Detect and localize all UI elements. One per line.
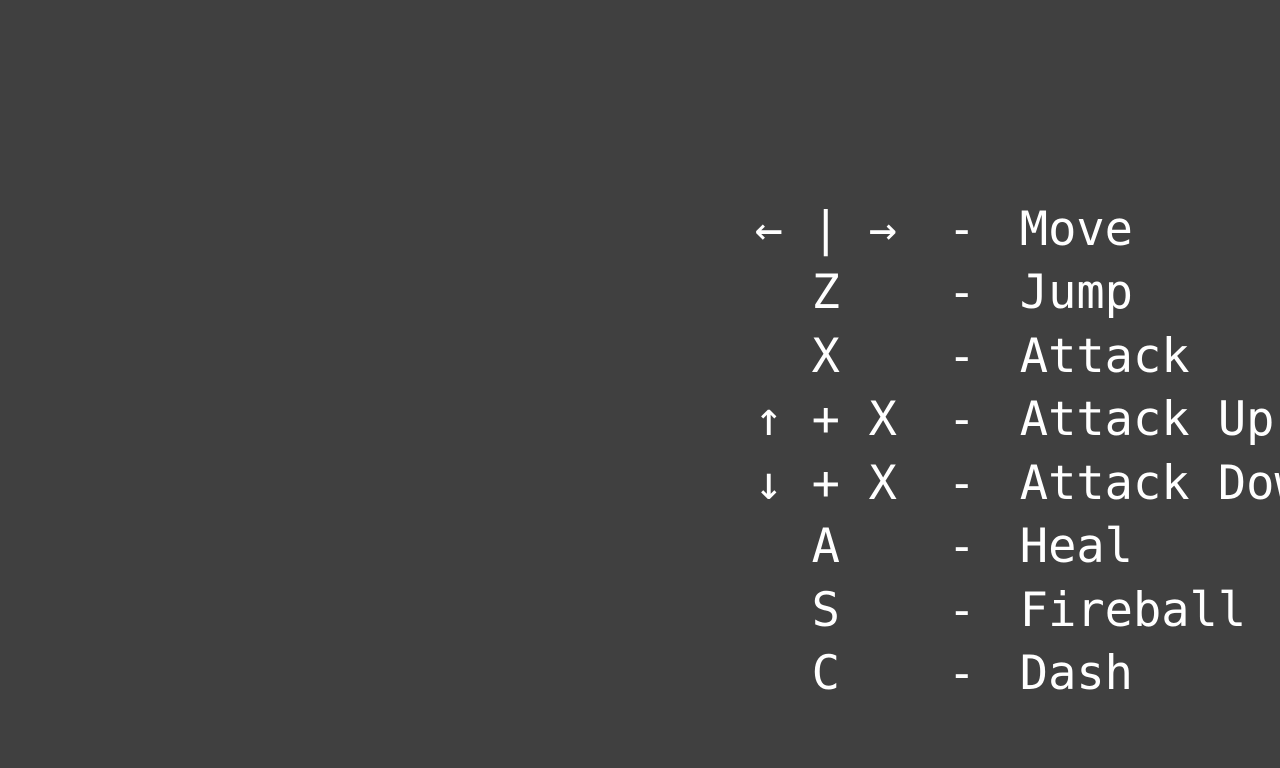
jump-key: Z [811,265,840,320]
action-label-attack: Attack [1019,328,1190,384]
plus-sign: + [811,392,840,447]
action-label-jump: Jump [1019,265,1133,320]
attack-key: X [868,455,897,511]
separator: - [947,455,976,511]
separator: - [947,646,976,701]
action-label-attack-up: Attack Up [1019,392,1275,447]
plus-sign: + [811,455,840,511]
action-label-dash: Dash [1019,646,1133,701]
control-row-move: ← | → - Move [578,134,1280,257]
heal-key: A [811,519,840,574]
separator: - [947,265,976,320]
right-arrow-key: → [868,201,897,257]
action-label-move: Move [1019,201,1133,257]
down-arrow-key: ↓ [754,455,783,511]
up-arrow-key: ↑ [754,392,783,447]
separator: - [947,519,976,574]
fireball-key: S [811,582,840,638]
controls-screen: ← | → - Move Z - Jump X - Attack ↑ + X - Attack Up ↓… [0,0,1280,768]
separator: - [947,201,976,257]
separator: - [947,392,976,447]
action-label-heal: Heal [1019,519,1133,574]
separator: - [947,582,976,638]
action-label-attack-down: Attack Down [1019,455,1280,511]
dash-key: C [811,646,840,701]
controls-list: ← | → - Move Z - Jump X - Attack ↑ + X - Attack Up ↓… [578,134,1280,702]
attack-key: X [811,328,840,384]
left-arrow-key: ← [754,201,783,257]
action-label-fireball: Fireball [1019,582,1247,638]
attack-key: X [868,392,897,447]
separator: - [947,328,976,384]
key-divider: | [811,201,840,257]
